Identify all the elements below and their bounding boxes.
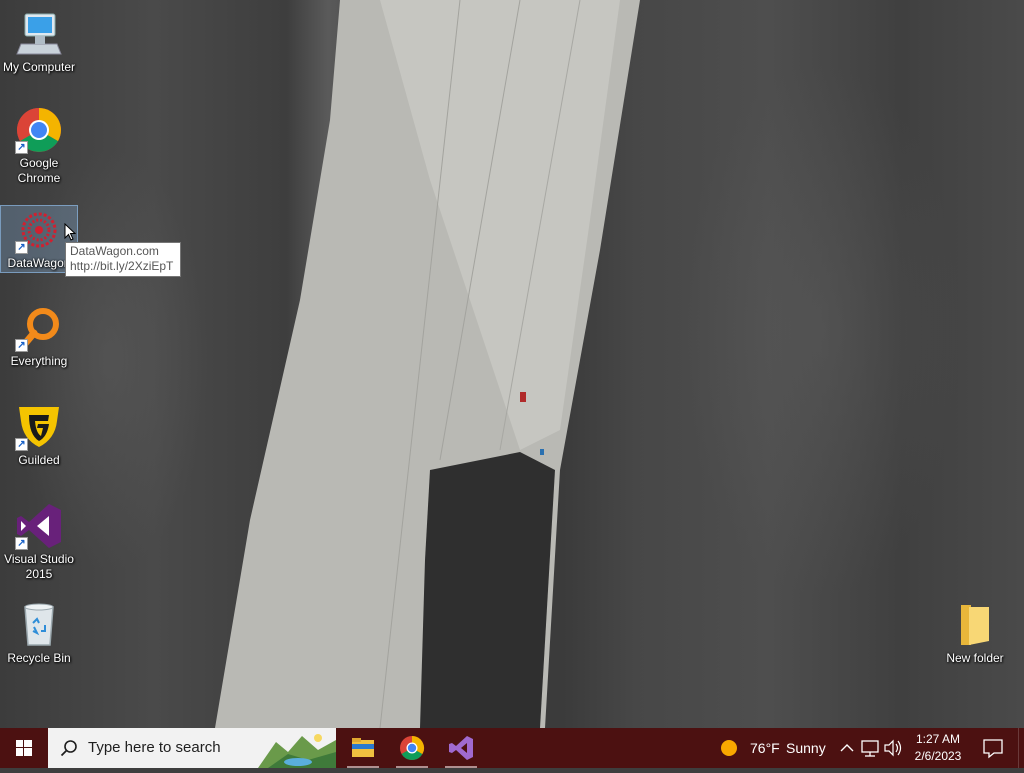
chevron-up-icon — [840, 744, 854, 752]
shortcut-arrow-icon: ↗ — [15, 241, 28, 254]
show-hidden-icons-button[interactable] — [836, 728, 858, 768]
desktop-icon-recycle-bin[interactable]: Recycle Bin — [1, 601, 77, 666]
file-explorer-icon — [352, 738, 374, 757]
desktop-icon-label: Visual Studio 2015 — [4, 552, 74, 581]
desktop-icon-label: Google Chrome — [17, 156, 61, 185]
start-button[interactable] — [0, 728, 48, 768]
desktop-icon-visual-studio[interactable]: ↗ Visual Studio 2015 — [1, 502, 77, 582]
volume-tray-button[interactable] — [882, 728, 904, 768]
chrome-icon: ↗ — [15, 106, 63, 154]
search-placeholder: Type here to search — [88, 739, 221, 756]
taskbar-file-explorer[interactable] — [339, 728, 387, 768]
speaker-icon — [884, 739, 902, 757]
clock-time: 1:27 AM — [915, 732, 961, 746]
windows-logo-icon — [16, 740, 32, 756]
computer-icon — [15, 10, 63, 58]
search-icon — [60, 740, 77, 757]
network-icon — [861, 740, 879, 757]
taskbar-search-box[interactable]: Type here to search — [48, 728, 336, 768]
taskbar-chrome[interactable] — [388, 728, 436, 768]
tooltip-url: http://bit.ly/2XziEpT — [70, 259, 174, 273]
search-highlight-illustration-icon — [258, 734, 336, 768]
show-desktop-button[interactable] — [1018, 728, 1024, 768]
desktop-icon-label: My Computer — [2, 60, 76, 74]
visual-studio-icon — [449, 736, 473, 760]
notification-icon — [983, 739, 1003, 759]
action-center-button[interactable] — [978, 728, 1008, 768]
shortcut-arrow-icon: ↗ — [15, 438, 28, 451]
everything-search-icon: ↗ — [15, 304, 63, 352]
chrome-icon — [400, 736, 425, 761]
recycle-bin-icon — [15, 601, 63, 649]
datawagon-icon: ↗ — [15, 206, 63, 254]
taskbar: Type here to search 76°F Sunny 1:27 AM 2… — [0, 728, 1024, 768]
network-tray-button[interactable] — [859, 728, 881, 768]
taskbar-clock[interactable]: 1:27 AM 2/6/2023 — [906, 731, 970, 765]
tooltip: DataWagon.com http://bit.ly/2XziEpT — [65, 242, 181, 277]
sun-icon — [721, 740, 737, 756]
desktop-icon-label: Recycle Bin — [7, 651, 71, 665]
clock-date: 2/6/2023 — [914, 749, 962, 763]
shortcut-arrow-icon: ↗ — [15, 141, 28, 154]
desktop-icon-my-computer[interactable]: My Computer — [1, 10, 77, 75]
desktop-icon-everything[interactable]: ↗ Everything — [1, 304, 77, 369]
desktop-icon-label: Guilded — [18, 453, 60, 467]
desktop-icon-google-chrome[interactable]: ↗ Google Chrome — [1, 106, 77, 186]
desktop-icon-label: Everything — [10, 354, 68, 368]
wallpaper-rock-slab — [215, 0, 640, 728]
guilded-icon: ↗ — [15, 403, 63, 451]
weather-temperature: 76°F — [750, 740, 780, 756]
shortcut-arrow-icon: ↗ — [15, 537, 28, 550]
desktop-icon-label: New folder — [946, 651, 1004, 665]
mouse-cursor-icon — [64, 223, 76, 241]
tooltip-title: DataWagon.com — [70, 244, 159, 258]
desktop-icon-guilded[interactable]: ↗ Guilded — [1, 403, 77, 468]
desktop-icon-new-folder[interactable]: New folder — [937, 601, 1013, 666]
visual-studio-icon: ↗ — [15, 502, 63, 550]
shortcut-arrow-icon: ↗ — [15, 339, 28, 352]
folder-icon — [951, 601, 999, 649]
taskbar-visual-studio[interactable] — [437, 728, 485, 768]
weather-condition: Sunny — [786, 740, 826, 756]
